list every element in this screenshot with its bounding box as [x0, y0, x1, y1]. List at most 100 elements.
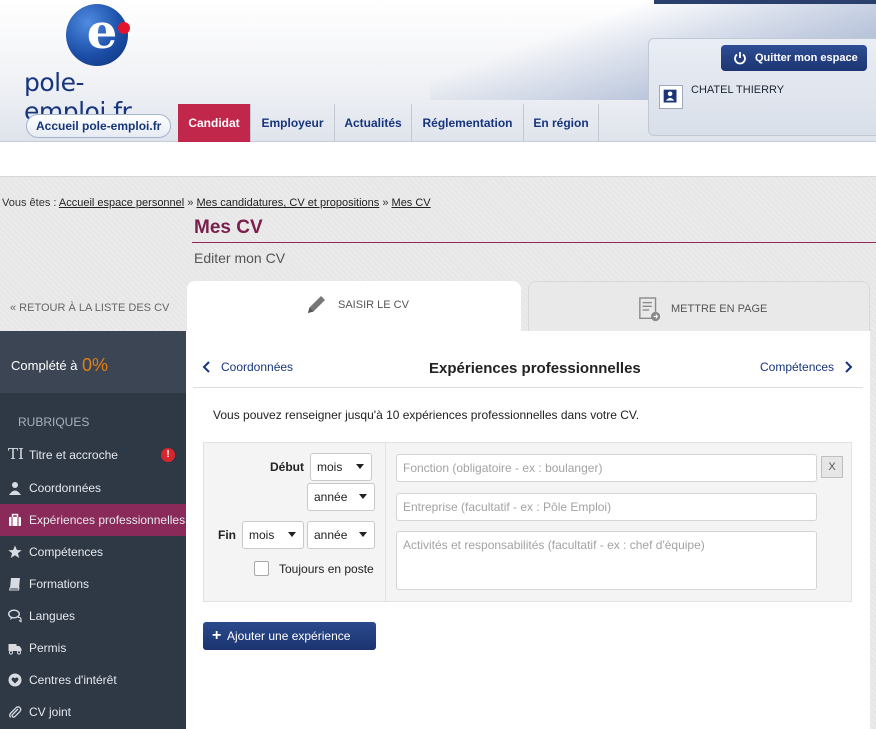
activities-textarea[interactable]: Activités et responsabilités (facultatif…	[396, 531, 817, 590]
nav-item-actualites[interactable]: Actualités	[334, 104, 411, 142]
sidebar-item-competences[interactable]: Compétences	[0, 536, 186, 568]
nav-item-employeur[interactable]: Employeur	[250, 104, 334, 142]
section-divider	[193, 387, 863, 388]
breadcrumb-link-candidatures[interactable]: Mes candidatures, CV et propositions	[196, 197, 379, 209]
completion-value: 0%	[82, 355, 109, 375]
section-intro: Vous pouvez renseigner jusqu'à 10 expéri…	[213, 408, 640, 422]
delete-experience-button[interactable]: X	[821, 456, 843, 478]
add-experience-button[interactable]: + Ajouter une expérience	[203, 622, 376, 650]
start-label: Début	[270, 460, 304, 474]
main-panel: Coordonnées Expériences professionnelles…	[186, 331, 870, 729]
sidebar-item-label: Langues	[29, 609, 76, 623]
breadcrumb-prefix: Vous êtes :	[2, 197, 59, 209]
page-subtitle: Editer mon CV	[194, 250, 286, 266]
tab-mettre-en-page-label: METTRE EN PAGE	[671, 303, 768, 315]
end-month-value: mois	[249, 528, 275, 542]
nav-item-reglementation[interactable]: Réglementation	[411, 104, 523, 142]
sidebar-item-permis[interactable]: Permis	[0, 632, 186, 664]
tab-saisir-cv[interactable]: SAISIR LE CV	[187, 281, 521, 333]
sidebar-item-label: CV joint	[29, 705, 72, 719]
end-year-value: année	[314, 528, 348, 542]
previous-section-link[interactable]: Coordonnées	[202, 360, 293, 374]
user-icon	[663, 89, 677, 103]
user-name: CHATEL THIERRY	[691, 84, 785, 96]
main-nav: Accueil pole-emploi.fr Candidat Employeu…	[0, 104, 645, 142]
sidebar-item-langues[interactable]: Langues	[0, 600, 186, 632]
nav-item-candidat[interactable]: Candidat	[178, 104, 250, 142]
breadcrumb-link-mes-cv[interactable]: Mes CV	[392, 197, 431, 209]
tab-saisir-cv-label: SAISIR LE CV	[338, 299, 409, 311]
sidebar-item-experiences[interactable]: Expériences professionnelles	[0, 504, 186, 536]
chevron-left-icon	[202, 361, 210, 373]
section-title: Expériences professionnelles	[429, 360, 641, 377]
end-month-select[interactable]: mois	[242, 521, 304, 549]
truck-icon	[8, 644, 22, 655]
start-year-select[interactable]: année	[307, 483, 375, 511]
briefcase-icon	[9, 513, 21, 526]
sidebar-item-label: Permis	[29, 641, 67, 655]
sidebar-item-label: Coordonnées	[29, 481, 102, 495]
caret-down-icon	[359, 494, 367, 499]
quit-space-label: Quitter mon espace	[755, 52, 858, 64]
sidebar-item-label: Compétences	[29, 545, 104, 559]
pole-emploi-logo[interactable]: e pole-emploi.fr	[22, 2, 172, 126]
start-month-select[interactable]: mois	[310, 453, 372, 481]
sidebar-item-cv-joint[interactable]: CV joint	[0, 696, 186, 728]
caret-down-icon	[288, 532, 296, 537]
start-year-value: année	[314, 490, 348, 504]
sidebar-item-label: Titre et accroche	[29, 448, 118, 462]
experience-form: Début mois année Fin mois année Toujours…	[203, 442, 852, 602]
chevron-right-icon	[845, 361, 853, 373]
experience-dates: Début mois année Fin mois année Toujours…	[204, 443, 386, 601]
star-icon	[8, 545, 22, 558]
sidebar-item-titre[interactable]: TI Titre et accroche !	[0, 439, 186, 471]
add-experience-label: Ajouter une expérience	[227, 629, 351, 643]
plus-icon: +	[212, 627, 222, 644]
heart-icon	[8, 673, 22, 687]
function-input[interactable]: Fonction (obligatoire - ex : boulanger)	[396, 454, 817, 482]
speech-bubbles-icon	[8, 609, 22, 623]
rubriques-title: RUBRIQUES	[18, 415, 90, 429]
breadcrumb-separator: »	[184, 197, 197, 209]
breadcrumb-link-espace[interactable]: Accueil espace personnel	[59, 197, 184, 209]
tab-mettre-en-page[interactable]: METTRE EN PAGE	[528, 281, 870, 331]
user-icon	[9, 482, 21, 495]
sidebar-item-label: Formations	[29, 577, 90, 591]
site-header: e pole-emploi.fr Accueil pole-emploi.fr …	[0, 0, 876, 176]
avatar	[659, 85, 683, 109]
user-panel: Quitter mon espace CHATEL THIERRY	[648, 38, 876, 136]
completion-block: Complété à 0%	[0, 331, 186, 393]
start-month-value: mois	[317, 460, 343, 474]
caret-down-icon	[356, 464, 364, 469]
ongoing-checkbox[interactable]	[254, 561, 269, 576]
nav-home-button[interactable]: Accueil pole-emploi.fr	[26, 114, 172, 138]
pencil-icon	[308, 296, 325, 313]
title-divider	[192, 242, 876, 243]
breadcrumb-separator: »	[379, 197, 392, 209]
sidebar-item-label: Centres d'intérêt	[29, 673, 117, 687]
end-label: Fin	[218, 528, 236, 542]
page-title: Mes CV	[194, 217, 263, 238]
ongoing-label: Toujours en poste	[279, 562, 374, 576]
book-icon	[8, 578, 20, 591]
alert-badge: !	[161, 448, 175, 462]
nav-item-en-region[interactable]: En région	[523, 104, 599, 142]
sidebar-item-formations[interactable]: Formations	[0, 568, 186, 600]
company-input[interactable]: Entreprise (facultatif - ex : Pôle Emplo…	[396, 493, 817, 521]
sidebar-item-label: Expériences professionnelles	[29, 513, 186, 527]
quit-space-button[interactable]: Quitter mon espace	[721, 45, 867, 71]
text-icon: TI	[8, 445, 24, 463]
paperclip-icon	[9, 706, 22, 718]
caret-down-icon	[359, 532, 367, 537]
next-section-label: Compétences	[760, 360, 835, 374]
completion-label: Complété à	[11, 358, 78, 373]
sidebar-item-centres-interet[interactable]: Centres d'intérêt	[0, 664, 186, 696]
sidebar-item-coordonnees[interactable]: Coordonnées	[0, 472, 186, 504]
logo-red-dot	[118, 22, 130, 34]
sidebar: Complété à 0% RUBRIQUES TI Titre et accr…	[0, 331, 186, 729]
back-to-cv-list-link[interactable]: « RETOUR À LA LISTE DES CV	[10, 302, 169, 314]
next-section-link[interactable]: Compétences	[760, 360, 853, 374]
previous-section-label: Coordonnées	[221, 360, 294, 374]
breadcrumb: Vous êtes : Accueil espace personnel » M…	[2, 197, 431, 209]
end-year-select[interactable]: année	[307, 521, 375, 549]
